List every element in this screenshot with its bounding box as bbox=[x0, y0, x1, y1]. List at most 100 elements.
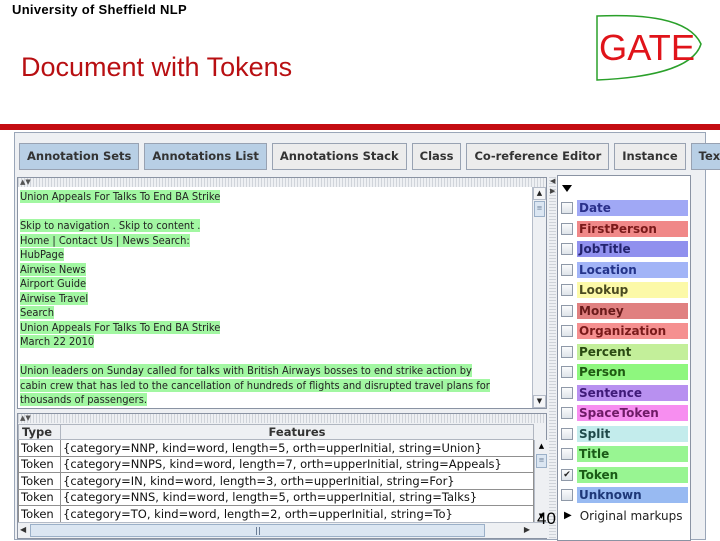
expand-set-icon[interactable]: ▶ bbox=[564, 510, 572, 521]
annotation-set-original-markups[interactable]: ▶ Original markups bbox=[560, 506, 688, 526]
annotation-type-checkbox[interactable] bbox=[561, 407, 573, 420]
highlighted-text[interactable]: thousands of passengers. bbox=[20, 393, 147, 406]
annotation-type-item[interactable]: Percent bbox=[560, 342, 688, 363]
annotation-type-label[interactable]: Title bbox=[577, 446, 688, 463]
annotation-type-label[interactable]: Percent bbox=[577, 343, 688, 360]
annotation-type-item[interactable]: Person bbox=[560, 362, 688, 383]
scroll-right-arrow-icon[interactable]: ▶ bbox=[524, 525, 530, 534]
cell-features[interactable]: {category=NNP, kind=word, length=5, orth… bbox=[60, 439, 534, 457]
cell-features[interactable]: {category=IN, kind=word, length=3, orth=… bbox=[60, 472, 534, 490]
annotation-type-label[interactable]: Sentence bbox=[577, 384, 688, 401]
highlighted-text[interactable]: Search bbox=[20, 306, 54, 319]
collapse-default-set-icon[interactable] bbox=[562, 185, 572, 192]
annotation-type-item[interactable]: Split bbox=[560, 424, 688, 445]
annotation-type-label[interactable]: Money bbox=[577, 302, 688, 319]
annotation-type-item[interactable]: Date bbox=[560, 198, 688, 219]
annotation-type-label[interactable]: JobTitle bbox=[577, 241, 688, 258]
annotation-type-label[interactable]: Unknown bbox=[577, 487, 688, 504]
annotation-type-item[interactable]: Location bbox=[560, 260, 688, 281]
annotation-type-item[interactable]: Lookup bbox=[560, 280, 688, 301]
highlighted-text[interactable]: Airwise Travel bbox=[20, 291, 89, 305]
annotation-type-label[interactable]: SpaceToken bbox=[577, 405, 688, 422]
annotation-type-checkbox[interactable] bbox=[561, 243, 573, 256]
annotation-type-checkbox[interactable] bbox=[561, 427, 573, 440]
highlighted-text[interactable]: Skip to navigation . Skip to content . bbox=[20, 219, 201, 232]
highlighted-text[interactable]: Union leaders on Sunday called for talks… bbox=[20, 364, 472, 377]
annotation-type-checkbox[interactable] bbox=[561, 325, 573, 338]
scroll-left-arrow-icon[interactable]: ◀ bbox=[20, 525, 26, 534]
annotation-type-checkbox[interactable] bbox=[561, 366, 573, 379]
annotation-type-checkbox[interactable] bbox=[561, 202, 573, 215]
annotation-type-label[interactable]: Date bbox=[577, 200, 688, 217]
annotation-type-checkbox[interactable] bbox=[561, 448, 573, 461]
scroll-thumb[interactable]: ≡ bbox=[534, 201, 545, 217]
annotation-type-checkbox[interactable] bbox=[561, 489, 573, 502]
document-text-pane[interactable]: ▲▼ Union Appeals For Talks To End BA Str… bbox=[17, 177, 547, 409]
document-text[interactable]: Union Appeals For Talks To End BA Strike… bbox=[20, 190, 530, 408]
annotation-type-label[interactable]: FirstPerson bbox=[577, 220, 688, 237]
annotation-type-item[interactable]: SpaceToken bbox=[560, 403, 688, 424]
table-row[interactable]: Token {category=NNP, kind=word, length=5,… bbox=[18, 439, 534, 457]
text-vertical-scrollbar[interactable]: ▲ ≡ ▼ bbox=[532, 187, 546, 408]
coreference-editor-button[interactable]: Co-reference Editor bbox=[466, 143, 610, 170]
table-row[interactable]: Token {category=NNS, kind=word, length=5,… bbox=[18, 488, 534, 506]
annotation-type-item[interactable]: Unknown bbox=[560, 485, 688, 506]
annotations-list-button[interactable]: Annotations List bbox=[144, 143, 267, 170]
annotation-type-checkbox[interactable] bbox=[561, 263, 573, 276]
annotation-type-label[interactable]: Token bbox=[577, 466, 688, 483]
annotations-stack-button[interactable]: Annotations Stack bbox=[271, 143, 407, 170]
annotation-type-checkbox[interactable] bbox=[561, 284, 573, 297]
pane-splitter[interactable]: ◀ ▶ bbox=[549, 177, 556, 539]
highlighted-text[interactable]: Airport Guide bbox=[20, 277, 87, 290]
annotation-type-item[interactable]: Money bbox=[560, 301, 688, 322]
table-row[interactable]: Token {category=TO, kind=word, length=2, … bbox=[18, 505, 534, 523]
highlighted-text[interactable]: Union Appeals For Talks To End BA Strike bbox=[20, 320, 221, 334]
table-horizontal-scrollbar[interactable]: ◀ ▶ bbox=[18, 522, 548, 538]
cell-features[interactable]: {category=NNPS, kind=word, length=7, ort… bbox=[60, 455, 534, 473]
highlighted-text[interactable]: March 22 2010 bbox=[20, 335, 95, 348]
highlighted-text[interactable]: Home | Contact Us | News Search: bbox=[20, 233, 190, 247]
annotation-type-label[interactable]: Split bbox=[577, 425, 688, 442]
annotation-type-item[interactable]: FirstPerson bbox=[560, 219, 688, 240]
text-pane-split-handle[interactable]: ▲▼ bbox=[18, 178, 546, 187]
cell-type[interactable]: Token bbox=[18, 488, 61, 506]
annotation-type-item[interactable]: JobTitle bbox=[560, 239, 688, 260]
splitter-left-arrow-icon[interactable]: ◀ bbox=[550, 177, 555, 185]
annotation-sets-button[interactable]: Annotation Sets bbox=[19, 143, 140, 170]
table-pane-split-handle[interactable]: ▲▼ bbox=[18, 414, 546, 423]
table-row[interactable]: Token {category=NNPS, kind=word, length=7… bbox=[18, 455, 534, 473]
annotation-type-checkbox[interactable] bbox=[561, 386, 573, 399]
annotation-type-item[interactable]: ✔ Token bbox=[560, 465, 688, 486]
table-row[interactable]: Token {category=IN, kind=word, length=3, … bbox=[18, 472, 534, 490]
annotation-type-label[interactable]: Lookup bbox=[577, 282, 688, 299]
cell-features[interactable]: {category=NNS, kind=word, length=5, orth… bbox=[60, 488, 534, 506]
splitter-right-arrow-icon[interactable]: ▶ bbox=[550, 187, 555, 195]
annotation-type-checkbox[interactable] bbox=[561, 222, 573, 235]
text-button[interactable]: Text bbox=[690, 143, 720, 170]
cell-type[interactable]: Token bbox=[18, 472, 61, 490]
annotation-type-checkbox[interactable]: ✔ bbox=[561, 468, 573, 481]
scroll-thumb[interactable] bbox=[30, 524, 485, 537]
cell-features[interactable]: {category=TO, kind=word, length=2, orth=… bbox=[60, 505, 534, 523]
column-header-type[interactable]: Type bbox=[18, 424, 61, 440]
annotation-type-checkbox[interactable] bbox=[561, 345, 573, 358]
column-header-features[interactable]: Features bbox=[60, 424, 534, 440]
annotation-type-item[interactable]: Sentence bbox=[560, 383, 688, 404]
scroll-down-arrow-icon[interactable]: ▼ bbox=[533, 395, 546, 408]
highlighted-text[interactable]: HubPage bbox=[20, 248, 64, 261]
instance-button[interactable]: Instance bbox=[614, 143, 686, 170]
highlighted-text[interactable]: Union Appeals For Talks To End BA Strike bbox=[20, 190, 221, 203]
scroll-thumb[interactable]: ≡ bbox=[536, 454, 547, 468]
class-button[interactable]: Class bbox=[411, 143, 462, 170]
scroll-up-arrow-icon[interactable]: ▲ bbox=[535, 440, 548, 453]
annotation-type-item[interactable]: Organization bbox=[560, 321, 688, 342]
highlighted-text[interactable]: cabin crew that has led to the cancellat… bbox=[20, 378, 490, 392]
highlighted-text[interactable]: Airwise News bbox=[20, 262, 86, 276]
cell-type[interactable]: Token bbox=[18, 439, 61, 457]
cell-type[interactable]: Token bbox=[18, 455, 61, 473]
annotation-type-label[interactable]: Person bbox=[577, 364, 688, 381]
scroll-up-arrow-icon[interactable]: ▲ bbox=[533, 187, 546, 200]
annotation-type-label[interactable]: Organization bbox=[577, 323, 688, 340]
annotation-type-item[interactable]: Title bbox=[560, 444, 688, 465]
annotation-type-checkbox[interactable] bbox=[561, 304, 573, 317]
